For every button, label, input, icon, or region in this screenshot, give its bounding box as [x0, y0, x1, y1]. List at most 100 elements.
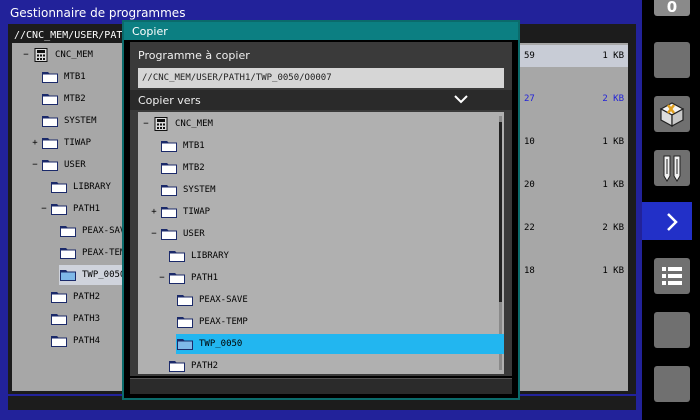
window-title: Gestionnaire de programmes — [10, 6, 186, 20]
tree-item[interactable]: + TIWAP — [151, 202, 210, 222]
folder-icon — [59, 246, 77, 260]
dialog-footer — [130, 378, 512, 394]
tree-item-label: PATH1 — [73, 204, 101, 214]
folder-icon — [41, 136, 59, 150]
destination-label: Copier vers — [138, 94, 201, 107]
list-item[interactable]: 18 1 KB — [510, 260, 628, 282]
tree-item[interactable]: − USER — [151, 224, 205, 244]
tree-item[interactable]: LIBRARY — [50, 177, 111, 197]
softkey-list[interactable] — [654, 258, 690, 294]
program-list[interactable]: 59 1 KB 27 2 KB 10 1 KB 20 1 KB 22 2 KB 18 1 KB — [510, 43, 628, 391]
tree-item[interactable]: − CNC_MEM — [143, 114, 213, 134]
folder-icon — [50, 202, 68, 216]
tree-item[interactable]: − CNC_MEM — [23, 45, 93, 65]
destination-scrollbar[interactable] — [499, 116, 502, 370]
program-size: 2 KB — [602, 94, 624, 104]
tree-item[interactable]: + TIWAP — [32, 133, 92, 153]
program-size: 1 KB — [602, 266, 624, 276]
collapse-toggle[interactable]: − — [31, 160, 39, 170]
folder-icon — [41, 114, 59, 128]
source-label: Programme à copier — [138, 49, 250, 62]
tree-item[interactable]: − PATH1 — [159, 268, 218, 288]
tree-item-label: SYSTEM — [183, 185, 216, 195]
tree-item[interactable]: MTB2 — [41, 89, 86, 109]
program-size: 1 KB — [602, 51, 624, 61]
tree-item[interactable]: MTB1 — [160, 136, 205, 156]
tree-item[interactable]: PATH4 — [50, 331, 100, 351]
collapse-toggle[interactable]: − — [150, 229, 158, 239]
folder-icon — [168, 249, 186, 263]
source-program-field[interactable]: //CNC_MEM/USER/PATH1/TWP_0050/O0007 — [138, 68, 504, 88]
folder-icon — [176, 293, 194, 307]
folder-tree[interactable]: − CNC_MEM MTB1 MTB2 SYSTEM + TIWAP − USER LIBRARY… — [12, 43, 124, 391]
tree-item[interactable]: TWP_0050 — [176, 334, 504, 354]
collapse-toggle[interactable]: − — [158, 273, 166, 283]
tree-item[interactable]: PEAX-SAVE — [59, 221, 124, 241]
collapse-toggle[interactable]: − — [142, 119, 150, 129]
tree-item[interactable]: MTB2 — [160, 158, 205, 178]
tree-item[interactable]: TWP_0050 — [59, 265, 124, 285]
softkey-next[interactable] — [654, 204, 690, 240]
list-item[interactable]: 27 2 KB — [510, 88, 628, 110]
tree-item[interactable]: PEAX-TEMP — [176, 312, 248, 332]
tree-item[interactable]: MTB1 — [41, 67, 86, 87]
softkey-page-badge: 0 — [654, 0, 690, 16]
expand-toggle[interactable]: + — [150, 207, 158, 217]
tree-item[interactable]: PEAX-TEMP — [59, 243, 124, 263]
folder-icon — [160, 161, 178, 175]
softkey-blank-3[interactable] — [654, 366, 690, 402]
tree-item-label: MTB1 — [64, 72, 86, 82]
folder-icon — [50, 312, 68, 326]
softkey-tools[interactable] — [654, 150, 690, 186]
folder-icon — [41, 158, 59, 172]
tree-item-label: TIWAP — [64, 138, 92, 148]
tree-item[interactable]: LIBRARY — [168, 246, 229, 266]
tree-item-label: PEAX-SAVE — [199, 295, 248, 305]
tree-item[interactable]: SYSTEM — [160, 180, 216, 200]
softkey-blank-2[interactable] — [654, 312, 690, 348]
scrollbar-thumb[interactable] — [499, 122, 502, 302]
tree-item-label: TWP_0050 — [82, 270, 124, 280]
tree-item-label: CNC_MEM — [55, 50, 93, 60]
tree-item[interactable]: PATH2 — [50, 287, 100, 307]
softkey-tool-setup[interactable] — [654, 96, 690, 132]
folder-icon — [176, 315, 194, 329]
softkey-blank-1[interactable] — [654, 42, 690, 78]
folder-icon — [168, 271, 186, 285]
collapse-toggle[interactable]: − — [22, 50, 30, 60]
memory-icon — [32, 48, 50, 62]
program-size: 2 KB — [602, 223, 624, 233]
tree-item-label: PATH4 — [73, 336, 101, 346]
tree-item[interactable]: PATH2 — [168, 356, 218, 374]
dialog-header: Copier — [124, 22, 518, 40]
list-item[interactable]: 59 1 KB — [510, 45, 628, 67]
list-item[interactable]: 20 1 KB — [510, 174, 628, 196]
tree-item[interactable]: PEAX-SAVE — [176, 290, 248, 310]
tree-item-label: SYSTEM — [64, 116, 97, 126]
tree-item-label: CNC_MEM — [175, 119, 213, 129]
destination-folder-tree[interactable]: − CNC_MEM MTB1 MTB2 SYSTEM + TIWAP − USER LIBRARY… — [138, 112, 504, 374]
tree-item-label: PEAX-SAVE — [82, 226, 124, 236]
folder-icon — [41, 70, 59, 84]
program-number: 27 — [524, 94, 535, 104]
folder-icon — [168, 359, 186, 373]
tree-item[interactable]: − USER — [32, 155, 86, 175]
chevron-down-icon[interactable] — [454, 94, 468, 104]
tree-item[interactable]: − PATH1 — [41, 199, 101, 219]
tree-item-label: USER — [183, 229, 205, 239]
folder-icon — [50, 180, 68, 194]
tree-item-label: PATH3 — [73, 314, 101, 324]
tree-item-label: TWP_0050 — [199, 339, 243, 349]
folder-icon — [160, 139, 178, 153]
tree-item-label: PEAX-TEMP — [199, 317, 248, 327]
collapse-toggle[interactable]: − — [40, 204, 48, 214]
tree-item[interactable]: SYSTEM — [41, 111, 97, 131]
list-item[interactable]: 10 1 KB — [510, 131, 628, 153]
tree-item[interactable]: PATH3 — [50, 309, 100, 329]
tree-item-label: LIBRARY — [191, 251, 229, 261]
list-item[interactable]: 22 2 KB — [510, 217, 628, 239]
expand-toggle[interactable]: + — [31, 138, 39, 148]
memory-icon — [152, 117, 170, 131]
current-path: //CNC_MEM/USER/PATH1 — [14, 30, 135, 41]
copy-dialog: Copier Programme à copier //CNC_MEM/USER… — [122, 20, 520, 400]
